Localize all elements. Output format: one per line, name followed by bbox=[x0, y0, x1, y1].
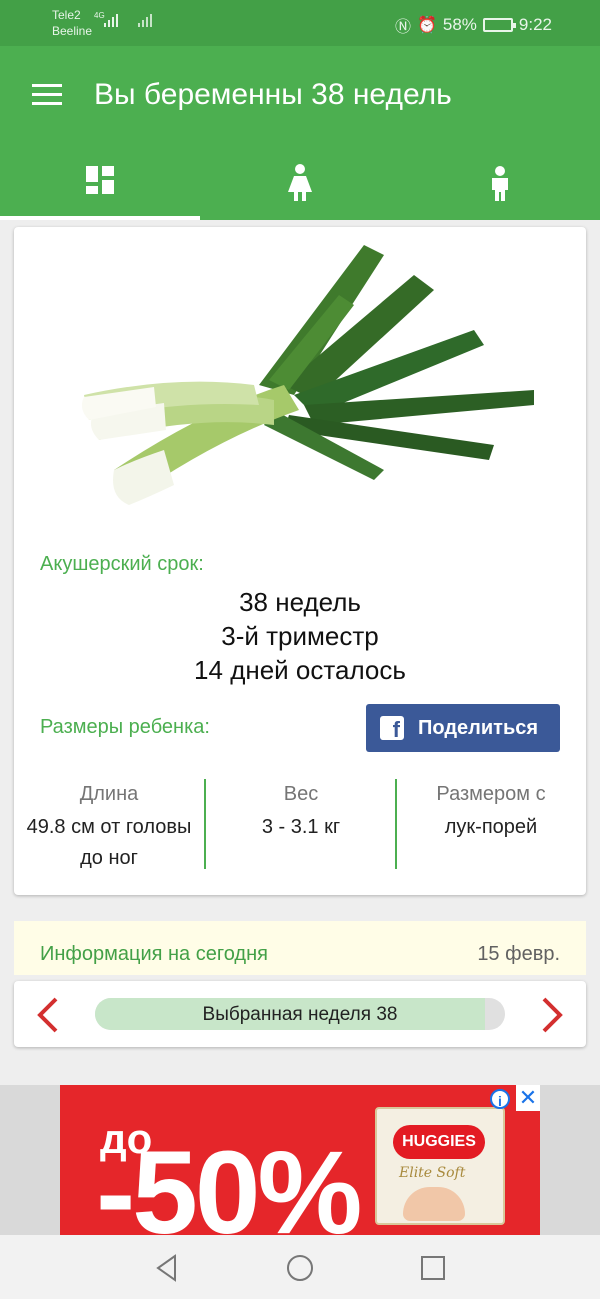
woman-icon bbox=[288, 164, 312, 201]
trimester-value: 3-й триместр bbox=[221, 621, 379, 651]
weight-header: Вес bbox=[283, 783, 319, 805]
alarm-icon: ⏰ bbox=[416, 17, 437, 34]
today-info-header[interactable]: Информация на сегодня 15 февр. bbox=[14, 921, 586, 975]
weeks-value: 38 недель bbox=[239, 587, 361, 617]
length-value: 49.8 см от головы до ног bbox=[26, 816, 192, 869]
carrier-names: Tele2 Beeline bbox=[52, 7, 92, 39]
today-info-title: Информация на сегодня bbox=[40, 943, 268, 965]
nfc-icon: Ⓝ bbox=[394, 19, 411, 36]
size-label: Размеры ребенка: bbox=[40, 716, 210, 738]
size-compare-stat: Размером с лук-порей bbox=[396, 783, 586, 843]
chevron-left-icon[interactable] bbox=[30, 995, 66, 1035]
tab-indicator bbox=[0, 216, 200, 220]
tab-child[interactable] bbox=[400, 152, 600, 220]
size-compare-value: лук-порей bbox=[444, 816, 538, 838]
tab-dashboard[interactable] bbox=[0, 152, 200, 220]
chevron-right-icon[interactable] bbox=[534, 995, 570, 1035]
selected-week-label: Выбранная неделя 38 bbox=[202, 1004, 398, 1025]
dashboard-icon bbox=[86, 166, 114, 194]
baby-info-card: Акушерский срок: 38 недель 3-й триместр … bbox=[14, 227, 586, 895]
facebook-icon: f bbox=[380, 716, 404, 740]
child-icon bbox=[492, 166, 508, 201]
ad-product-line: Elite Soft bbox=[399, 1165, 466, 1181]
week-progress-bar[interactable]: Выбранная неделя 38 bbox=[95, 998, 505, 1030]
term-values: 38 недель 3-й триместр 14 дней осталось bbox=[14, 585, 586, 687]
home-icon[interactable] bbox=[283, 1251, 317, 1285]
ad-banner[interactable]: до -50% HUGGIES Elite Soft i ✕ bbox=[60, 1085, 540, 1235]
share-label: Поделиться bbox=[418, 717, 539, 739]
carrier-2: Beeline bbox=[52, 24, 93, 38]
signal-icon-2 bbox=[138, 14, 152, 27]
carrier-1: Tele2 bbox=[52, 8, 81, 22]
length-stat: Длина 49.8 см от головы до ног bbox=[14, 783, 204, 874]
ad-product-image: HUGGIES Elite Soft bbox=[375, 1107, 505, 1225]
ad-info-icon[interactable]: i bbox=[490, 1089, 510, 1109]
tab-mother[interactable] bbox=[200, 152, 400, 220]
recent-apps-icon[interactable] bbox=[416, 1251, 450, 1285]
share-button[interactable]: f Поделиться bbox=[366, 704, 560, 752]
app-bar: Вы беременны 38 недель bbox=[0, 46, 600, 220]
weight-stat: Вес 3 - 3.1 кг bbox=[206, 783, 396, 843]
size-compare-header: Размером с bbox=[436, 783, 546, 805]
page-title: Вы беременны 38 недель bbox=[94, 78, 452, 111]
ad-close-icon[interactable]: ✕ bbox=[516, 1085, 540, 1111]
ad-area: до -50% HUGGIES Elite Soft i ✕ bbox=[0, 1085, 600, 1235]
leek-image bbox=[81, 245, 534, 505]
signal-icon bbox=[104, 14, 118, 27]
term-label: Акушерский срок: bbox=[40, 553, 204, 575]
ad-discount: -50% bbox=[96, 1127, 362, 1235]
ad-brand: HUGGIES bbox=[393, 1125, 485, 1159]
today-date: 15 февр. bbox=[477, 943, 560, 965]
battery-charging-icon bbox=[482, 18, 516, 32]
week-selector: Выбранная неделя 38 bbox=[14, 981, 586, 1047]
weight-value: 3 - 3.1 кг bbox=[261, 816, 341, 838]
battery-percent: 58% bbox=[442, 15, 477, 34]
baby-image bbox=[403, 1187, 465, 1221]
status-bar: Tele2 Beeline 4G Ⓝ ⏰ 58% 9:22 bbox=[0, 0, 600, 46]
back-icon[interactable] bbox=[150, 1251, 184, 1285]
length-header: Длина bbox=[79, 783, 139, 805]
system-nav-bar bbox=[0, 1235, 600, 1299]
clock: 9:22 bbox=[518, 15, 552, 34]
menu-icon[interactable] bbox=[32, 84, 62, 106]
days-left-value: 14 дней осталось bbox=[194, 655, 406, 685]
